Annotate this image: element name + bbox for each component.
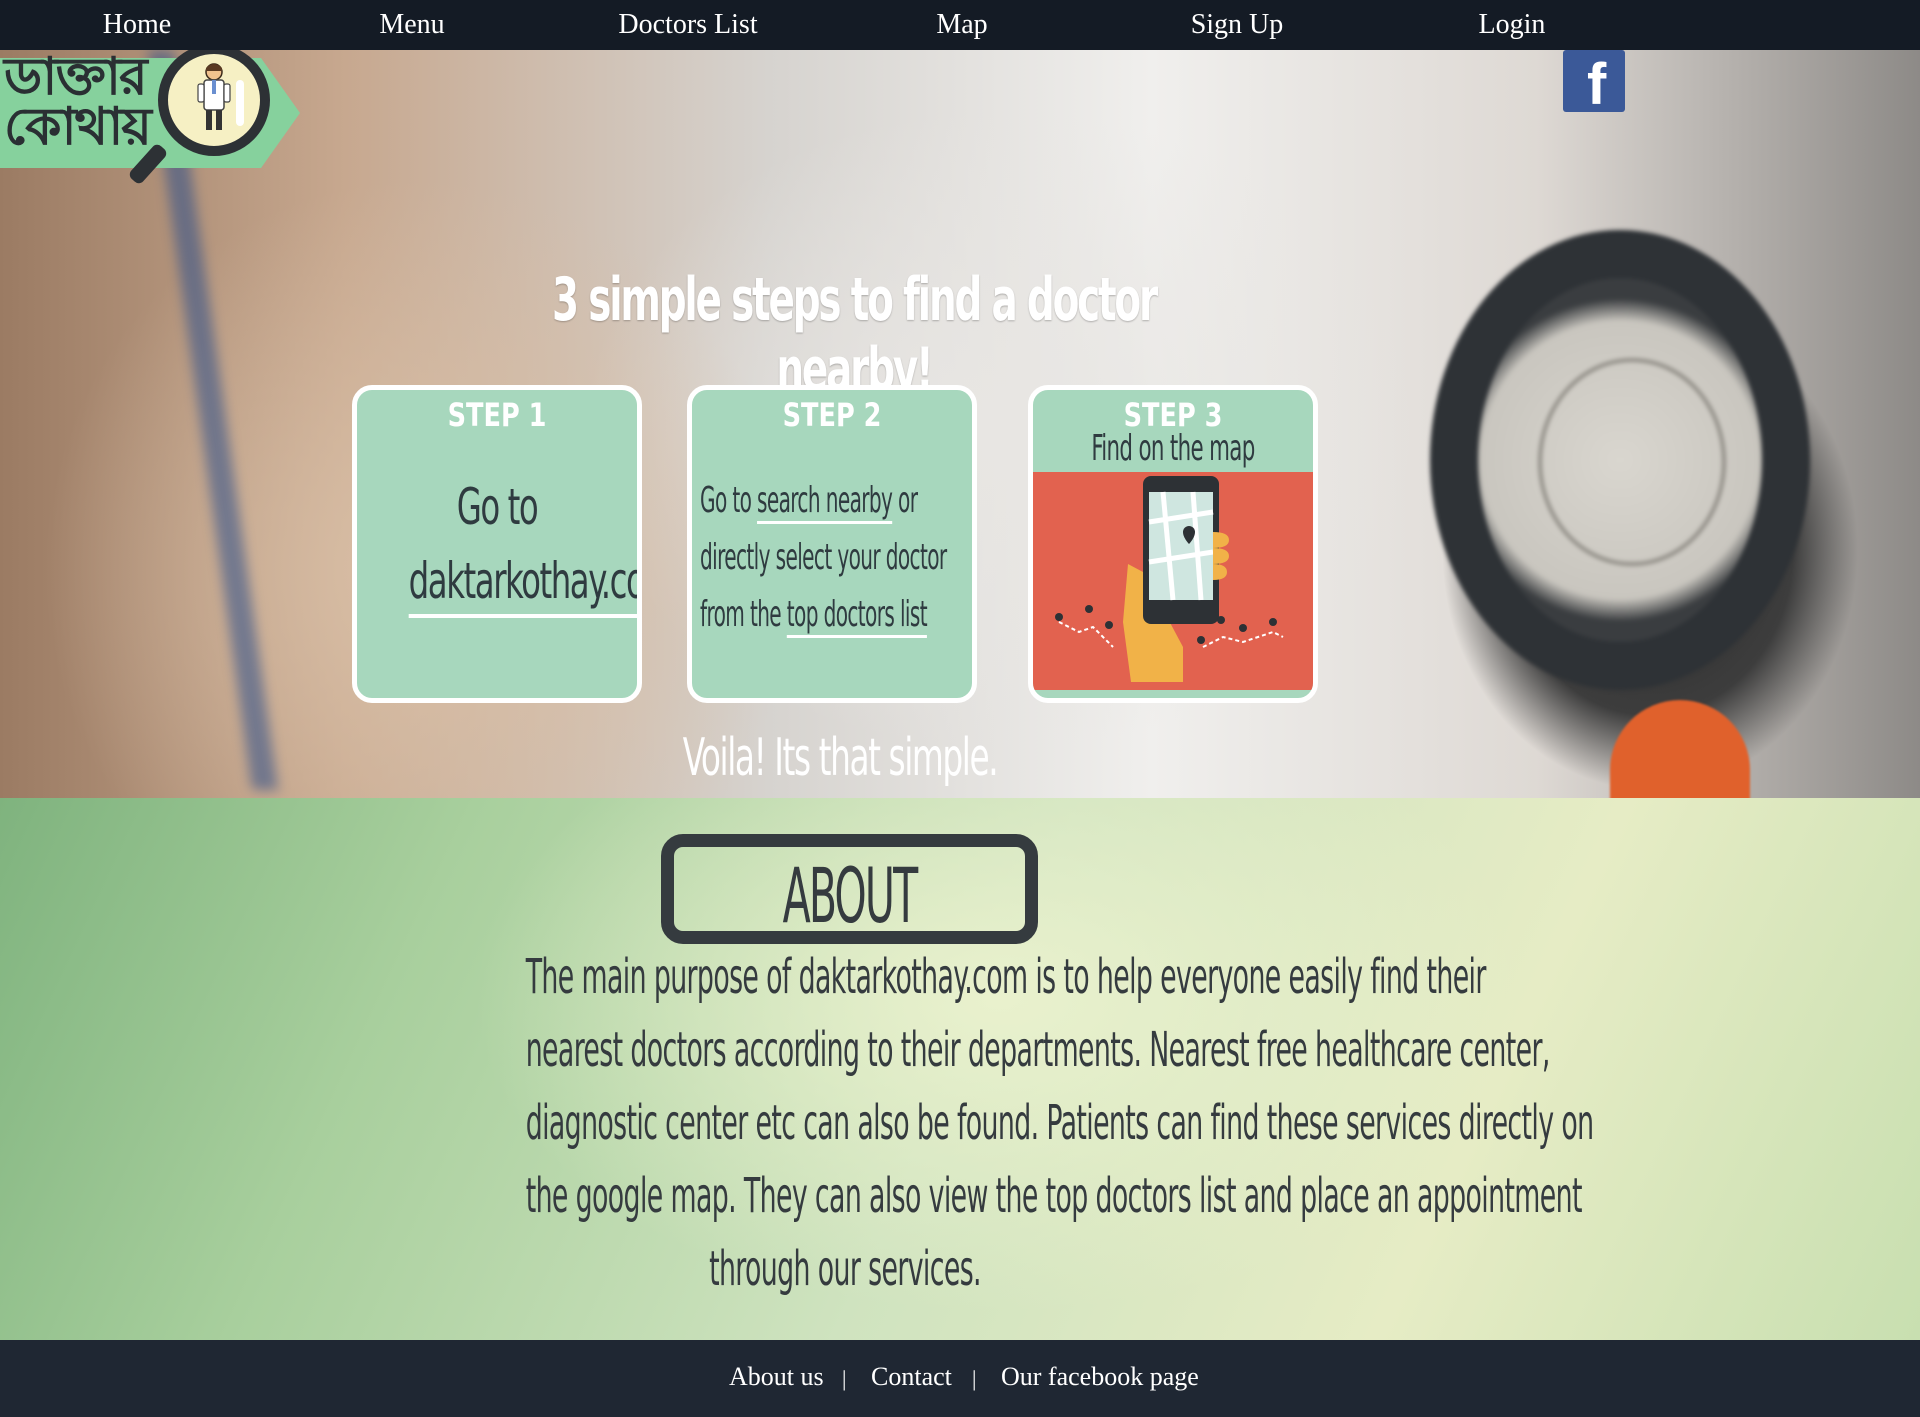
about-section: ABOUT The main purpose of daktarkothay.c…	[0, 798, 1920, 1340]
footer-contact-link[interactable]: Contact	[871, 1362, 952, 1392]
logo-text: ডাক্তার কোথায়	[4, 47, 152, 157]
about-title-box: ABOUT	[661, 834, 1038, 944]
hero-background-detail	[1610, 700, 1750, 798]
step-1-body: Go to daktarkothay.com	[357, 470, 637, 618]
footer-about-us-link[interactable]: About us	[729, 1362, 824, 1392]
about-line: nearest doctors according to their depar…	[525, 1022, 1551, 1078]
nav-home[interactable]: Home	[37, 0, 237, 50]
about-title: ABOUT	[782, 851, 919, 940]
search-nearby-link[interactable]: search nearby	[757, 480, 893, 524]
stethoscope-image	[1430, 230, 1810, 690]
about-text: The main purpose of daktarkothay.com is …	[330, 941, 1594, 1306]
top-nav: Home Menu Doctors List Map Sign Up Login	[0, 0, 1920, 50]
facebook-icon[interactable]: f	[1563, 50, 1625, 116]
step-2-text: Go to	[700, 480, 758, 521]
magnifier-icon	[158, 44, 270, 156]
nav-doctors-list[interactable]: Doctors List	[588, 0, 788, 50]
step-3-card: STEP 3 Find on the map	[1028, 385, 1318, 703]
map-icon	[1055, 476, 1284, 682]
step-1-text: Go to	[456, 478, 539, 536]
nav-map[interactable]: Map	[862, 0, 1062, 50]
footer-separator: |	[972, 1366, 977, 1391]
site-logo[interactable]: ডাক্তার কোথায়	[0, 44, 300, 190]
logo-text-line2: কোথায়	[4, 97, 152, 157]
step-3-subtitle: Find on the map	[1091, 428, 1255, 469]
footer: About us | Contact | Our facebook page	[0, 1340, 1920, 1417]
about-line: the google map. They can also view the t…	[525, 1168, 1583, 1224]
step-2-label: STEP 2	[782, 396, 882, 434]
footer-facebook-link[interactable]: Our facebook page	[1001, 1362, 1199, 1392]
logo-detail	[236, 80, 244, 126]
step-1-card: STEP 1 Go to daktarkothay.com	[352, 385, 642, 703]
about-line: through our services.	[709, 1241, 981, 1297]
nav-login[interactable]: Login	[1412, 0, 1612, 50]
step-2-text: or	[892, 480, 918, 521]
about-line: diagnostic center etc can also be found.…	[525, 1095, 1594, 1151]
phone-map-illustration	[1033, 472, 1313, 690]
step-2-card: STEP 2 Go to search nearby or directly s…	[687, 385, 977, 703]
logo-text-line1: ডাক্তার	[4, 47, 148, 107]
nav-sign-up[interactable]: Sign Up	[1137, 0, 1337, 50]
step-2-line-1: Go to search nearby or	[700, 472, 918, 529]
facebook-glyph: f	[1587, 52, 1607, 117]
step-2-line-2: directly select your doctor	[700, 537, 947, 578]
step-2-body: Go to search nearby or directly select y…	[700, 472, 972, 643]
about-line: The main purpose of daktarkothay.com is …	[525, 949, 1487, 1005]
footer-separator: |	[842, 1366, 847, 1391]
doctor-icon	[197, 63, 231, 130]
hero-title: 3 simple steps to find a doctor nearby!	[552, 265, 1158, 405]
top-doctors-list-link[interactable]: top doctors list	[786, 594, 928, 638]
nav-menu[interactable]: Menu	[312, 0, 512, 50]
site-link[interactable]: daktarkothay.com	[408, 548, 637, 618]
step-1-label: STEP 1	[447, 396, 547, 434]
hero-outro: Voila! Its that simple.	[682, 728, 999, 788]
step-2-line-3: from the top doctors list	[700, 586, 928, 643]
step-2-text: from the	[700, 594, 787, 635]
